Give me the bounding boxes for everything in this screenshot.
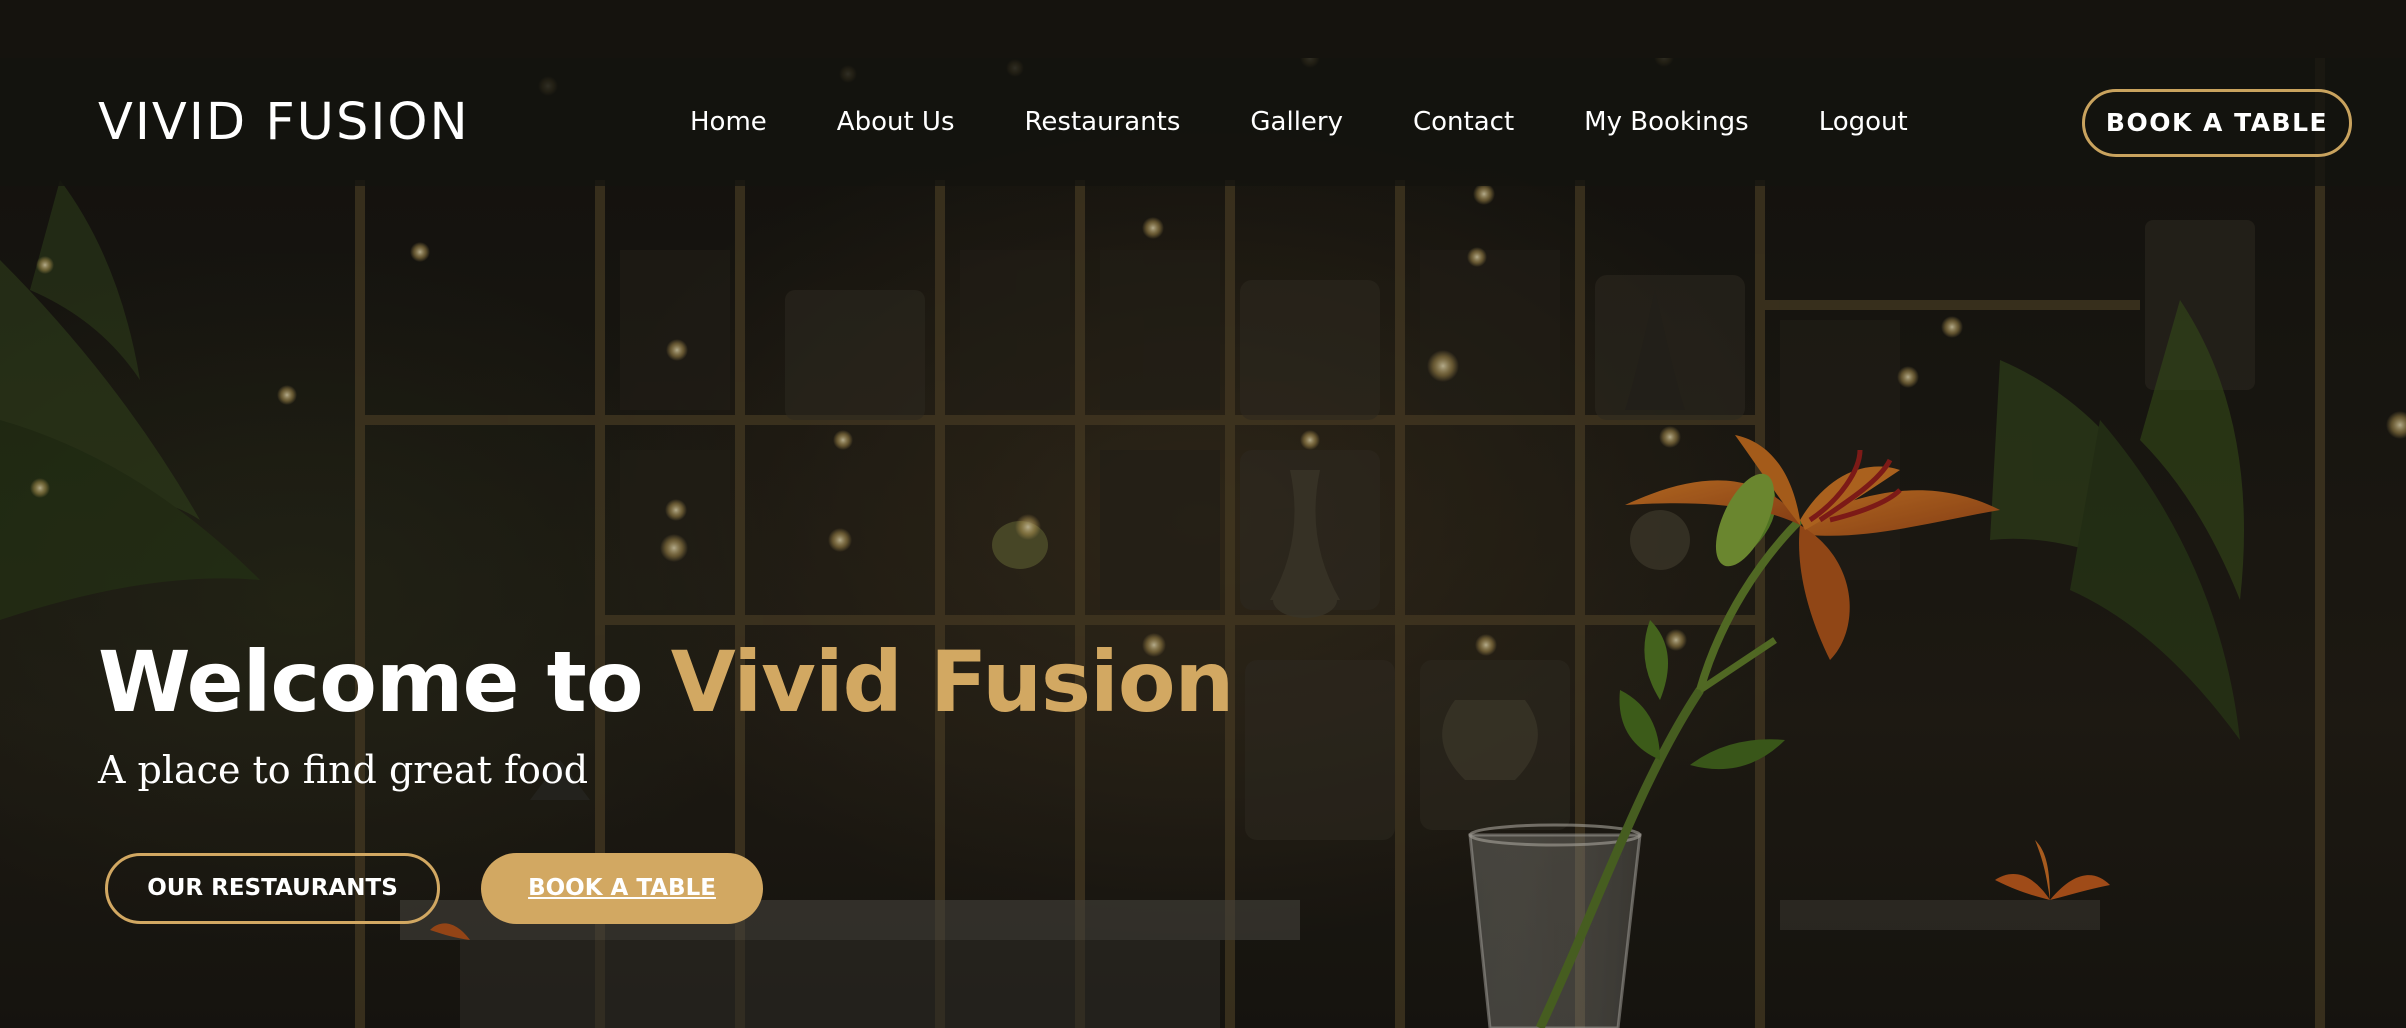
nav-item-my-bookings[interactable]: My Bookings bbox=[1584, 102, 1749, 142]
hero-headline: Welcome to Vivid Fusion bbox=[98, 632, 1235, 732]
headline-highlight: Vivid Fusion bbox=[670, 633, 1235, 731]
nav-book-table-button[interactable]: BOOK A TABLE bbox=[2082, 89, 2352, 157]
nav-item-restaurants[interactable]: Restaurants bbox=[1025, 102, 1181, 142]
navbar: VIVID FUSION Home About Us Restaurants G… bbox=[0, 58, 2406, 186]
hero-section: VIVID FUSION Home About Us Restaurants G… bbox=[0, 0, 2406, 1028]
hero-subtitle: A place to find great food bbox=[98, 748, 589, 792]
headline-prefix: Welcome to bbox=[98, 633, 671, 731]
top-strip bbox=[0, 0, 2406, 58]
brand-logo[interactable]: VIVID FUSION bbox=[98, 93, 470, 153]
nav-item-about-us[interactable]: About Us bbox=[837, 102, 955, 142]
nav-item-logout[interactable]: Logout bbox=[1819, 102, 1908, 142]
nav-item-contact[interactable]: Contact bbox=[1413, 102, 1514, 142]
our-restaurants-button[interactable]: OUR RESTAURANTS bbox=[105, 853, 440, 924]
nav-item-home[interactable]: Home bbox=[690, 102, 767, 142]
hero-book-table-button[interactable]: BOOK A TABLE bbox=[481, 853, 763, 924]
nav-item-gallery[interactable]: Gallery bbox=[1250, 102, 1343, 142]
nav-links: Home About Us Restaurants Gallery Contac… bbox=[690, 102, 1908, 142]
